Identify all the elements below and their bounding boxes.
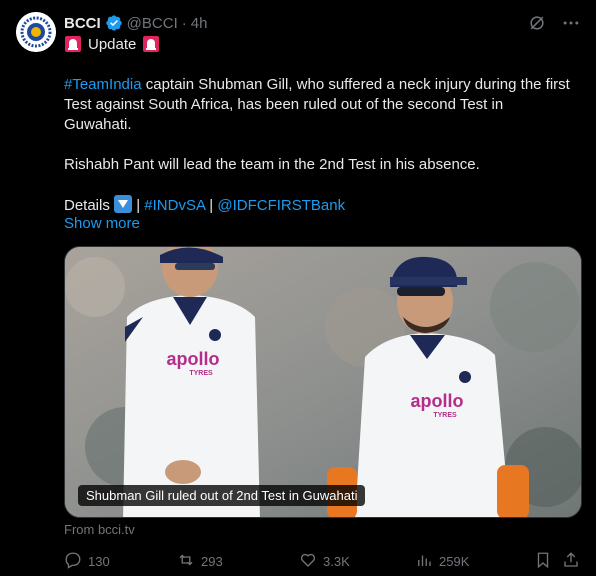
share-icon [562, 551, 580, 572]
reply-button[interactable]: 130 [64, 551, 110, 571]
details-label: Details [64, 197, 110, 214]
views-button[interactable]: 259K [415, 551, 469, 571]
down-arrow-icon [114, 195, 133, 213]
author-name[interactable]: BCCI [64, 15, 101, 32]
source-link[interactable]: From bcci.tv [64, 522, 135, 537]
avatar[interactable] [16, 12, 56, 52]
verified-badge-icon [105, 14, 123, 32]
mention-idfcfirstbank[interactable]: @IDFCFIRSTBank [217, 197, 345, 214]
paragraph-3: Details | #INDvSA | @IDFCFIRSTBank [64, 195, 574, 216]
timestamp[interactable]: 4h [191, 15, 208, 32]
views-icon [415, 551, 433, 572]
pipe-2: | [205, 197, 218, 214]
bcci-logo [16, 12, 56, 52]
svg-text:apollo: apollo [167, 349, 220, 369]
repost-icon [177, 551, 195, 572]
repost-button[interactable]: 293 [177, 551, 223, 571]
action-bar: 130 293 3.3K 259K [64, 551, 582, 571]
grok-icon[interactable] [526, 12, 548, 34]
paragraph-1: #TeamIndia captain Shubman Gill, who suf… [64, 75, 574, 135]
repost-count: 293 [201, 553, 223, 569]
news-photo: apollo TYRES apollo TYRES [65, 247, 581, 517]
update-line: Update [64, 35, 160, 53]
more-icon[interactable] [560, 12, 582, 34]
like-icon [299, 551, 317, 572]
like-count: 3.3K [323, 553, 350, 569]
update-label: Update [88, 35, 137, 53]
hashtag-indvsa[interactable]: #INDvSA [144, 197, 205, 214]
pipe-1: | [132, 197, 145, 214]
author-handle[interactable]: @BCCI [127, 15, 178, 32]
svg-text:TYRES: TYRES [189, 370, 213, 377]
views-count: 259K [439, 553, 470, 569]
bookmark-icon [534, 551, 552, 572]
paragraph-2: Rishabh Pant will lead the team in the 2… [64, 156, 480, 173]
media-caption: Shubman Gill ruled out of 2nd Test in Gu… [78, 485, 366, 506]
reply-count: 130 [88, 553, 110, 569]
share-button[interactable] [562, 551, 580, 571]
media-card[interactable]: apollo TYRES apollo TYRES Shubman Gill r… [64, 246, 582, 518]
tweet-text: #TeamIndia captain Shubman Gill, who suf… [64, 75, 574, 216]
siren-icon [64, 35, 82, 53]
tweet-top-actions [526, 12, 582, 34]
like-button[interactable]: 3.3K [299, 551, 350, 571]
tweet-header: BCCI @BCCI · 4h [64, 13, 207, 33]
siren-icon [142, 35, 160, 53]
tweet[interactable]: BCCI @BCCI · 4h Update #TeamIndia captai… [0, 0, 596, 576]
svg-text:apollo: apollo [411, 391, 464, 411]
svg-text:TYRES: TYRES [433, 412, 457, 419]
hashtag-teamindia[interactable]: #TeamIndia [64, 76, 142, 93]
bookmark-button[interactable] [534, 551, 552, 571]
show-more-link[interactable]: Show more [64, 215, 140, 232]
separator: · [181, 14, 187, 32]
reply-icon [64, 551, 82, 572]
